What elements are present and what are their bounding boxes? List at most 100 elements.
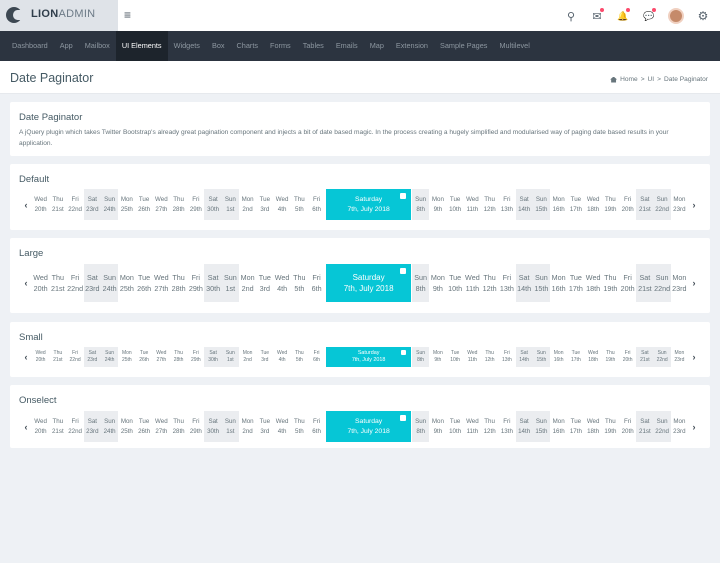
day-cell[interactable]: Fri 13th [498, 347, 515, 367]
day-cell[interactable]: Sun 15th [532, 189, 550, 220]
day-cell[interactable]: Thu 21st [49, 264, 66, 302]
day-cell[interactable]: Thu 5th [291, 189, 308, 220]
day-cell[interactable]: Tue 17th [567, 264, 584, 302]
day-cell[interactable]: Wed 4th [273, 411, 290, 442]
day-cell[interactable]: Thu 19th [602, 411, 619, 442]
day-cell[interactable]: Sun 1st [221, 347, 239, 367]
day-cell[interactable]: Mon 16th [550, 411, 567, 442]
day-cell[interactable]: Fri 6th [308, 189, 325, 220]
day-cell[interactable]: Sun 22nd [653, 189, 671, 220]
day-cell[interactable]: Thu 28th [170, 347, 187, 367]
bell-icon[interactable]: 🔔 [610, 6, 636, 26]
day-cell[interactable]: Mon 2nd [239, 189, 256, 220]
calendar-icon[interactable] [400, 268, 406, 274]
day-cell[interactable]: Wed 11th [464, 189, 481, 220]
day-cell[interactable]: Wed 11th [464, 411, 481, 442]
nav-item-emails[interactable]: Emails [330, 31, 364, 61]
day-cell[interactable]: Mon 23rd [671, 264, 688, 302]
day-cell[interactable]: Sun 15th [532, 264, 550, 302]
day-cell[interactable]: Tue 26th [135, 264, 152, 302]
nav-item-forms[interactable]: Forms [264, 31, 297, 61]
day-cell[interactable]: Wed 18th [585, 411, 602, 442]
day-cell[interactable]: Mon 2nd [239, 411, 256, 442]
brand[interactable]: LIONADMIN [0, 0, 118, 31]
day-cell[interactable]: Mon 23rd [671, 411, 688, 442]
day-cell[interactable]: Thu 19th [602, 347, 619, 367]
day-cell[interactable]: Mon 25th [118, 189, 135, 220]
day-cell[interactable]: Sun 15th [532, 411, 550, 442]
day-cell[interactable]: Sun 8th [412, 411, 430, 442]
day-cell[interactable]: Mon 2nd [239, 264, 256, 302]
day-cell[interactable]: Tue 17th [567, 347, 584, 367]
day-cell[interactable]: Wed 18th [585, 189, 602, 220]
day-cell[interactable]: Fri 22nd [66, 264, 83, 302]
calendar-icon[interactable] [400, 415, 406, 421]
day-cell[interactable]: Sun 15th [532, 347, 550, 367]
nav-item-ui-elements[interactable]: UI Elements [115, 31, 168, 61]
nav-item-box[interactable]: Box [206, 31, 231, 61]
day-cell[interactable]: Wed 18th [585, 347, 602, 367]
day-cell[interactable]: Thu 21st [49, 347, 66, 367]
nav-item-sample-pages[interactable]: Sample Pages [434, 31, 493, 61]
day-cell[interactable]: Mon 16th [550, 264, 567, 302]
day-cell[interactable]: Thu 28th [170, 264, 187, 302]
day-cell[interactable]: Fri 22nd [66, 411, 83, 442]
day-cell[interactable]: Wed 20th [32, 347, 49, 367]
day-cell[interactable]: Mon 16th [550, 347, 567, 367]
day-cell[interactable]: Sun 22nd [653, 347, 671, 367]
next-arrow-icon[interactable]: › [688, 189, 700, 220]
prev-arrow-icon[interactable]: ‹ [20, 411, 32, 442]
prev-arrow-icon[interactable]: ‹ [20, 347, 32, 367]
day-cell[interactable]: Wed 11th [464, 264, 481, 302]
day-cell[interactable]: Mon 9th [429, 189, 446, 220]
day-cell[interactable]: Fri 6th [308, 264, 325, 302]
day-cell[interactable]: Tue 17th [567, 189, 584, 220]
day-cell[interactable]: Thu 5th [291, 347, 308, 367]
mail-icon[interactable]: ✉ [584, 6, 610, 26]
day-cell[interactable]: Wed 20th [32, 411, 49, 442]
day-cell[interactable]: Mon 9th [429, 264, 446, 302]
day-cell[interactable]: Mon 23rd [671, 347, 688, 367]
day-cell[interactable]: Fri 20th [619, 189, 636, 220]
day-cell[interactable]: Sun 24th [100, 264, 119, 302]
prev-arrow-icon[interactable]: ‹ [20, 189, 32, 220]
day-cell[interactable]: Sat 30th [204, 347, 222, 367]
nav-item-map[interactable]: Map [364, 31, 390, 61]
day-cell[interactable]: Thu 12th [481, 264, 498, 302]
day-cell[interactable]: Sun 24th [100, 347, 119, 367]
day-cell[interactable]: Sat 14th [515, 264, 533, 302]
day-cell[interactable]: Mon 23rd [671, 189, 688, 220]
nav-item-charts[interactable]: Charts [231, 31, 265, 61]
day-cell[interactable]: Wed 27th [153, 264, 170, 302]
menu-toggle-icon[interactable]: ≡ [124, 8, 131, 22]
day-cell[interactable]: Mon 25th [118, 347, 135, 367]
day-cell[interactable]: Tue 26th [135, 347, 152, 367]
calendar-icon[interactable] [401, 350, 406, 355]
day-cell[interactable]: Mon 9th [429, 411, 446, 442]
day-cell[interactable]: Sun 22nd [653, 411, 671, 442]
next-arrow-icon[interactable]: › [688, 264, 700, 302]
day-cell[interactable]: Sat 23rd [83, 347, 101, 367]
day-cell[interactable]: Fri 29th [187, 264, 204, 302]
day-cell[interactable]: Thu 12th [481, 347, 498, 367]
day-cell[interactable]: Sun 8th [412, 347, 430, 367]
day-cell[interactable]: Sat 23rd [83, 189, 101, 220]
day-cell[interactable]: Sat 30th [204, 189, 222, 220]
day-cell[interactable]: Tue 10th [447, 347, 464, 367]
day-cell[interactable]: Tue 10th [447, 189, 464, 220]
calendar-icon[interactable] [400, 193, 406, 199]
day-cell[interactable]: Fri 29th [187, 189, 204, 220]
day-cell[interactable]: Sat 14th [515, 189, 533, 220]
day-cell[interactable]: Tue 3rd [256, 411, 273, 442]
day-cell[interactable]: Sun 8th [412, 264, 430, 302]
day-cell[interactable]: Fri 20th [619, 411, 636, 442]
day-cell[interactable]: Thu 19th [602, 189, 619, 220]
day-cell[interactable]: Sat 21st [636, 411, 654, 442]
day-cell[interactable]: Thu 28th [170, 189, 187, 220]
day-cell[interactable]: Tue 26th [135, 189, 152, 220]
day-cell[interactable]: Sat 21st [636, 189, 654, 220]
day-cell[interactable]: Thu 28th [170, 411, 187, 442]
search-icon[interactable]: ⚲ [558, 6, 584, 26]
day-cell[interactable]: Fri 13th [498, 264, 515, 302]
day-cell[interactable]: Sun 1st [221, 189, 239, 220]
